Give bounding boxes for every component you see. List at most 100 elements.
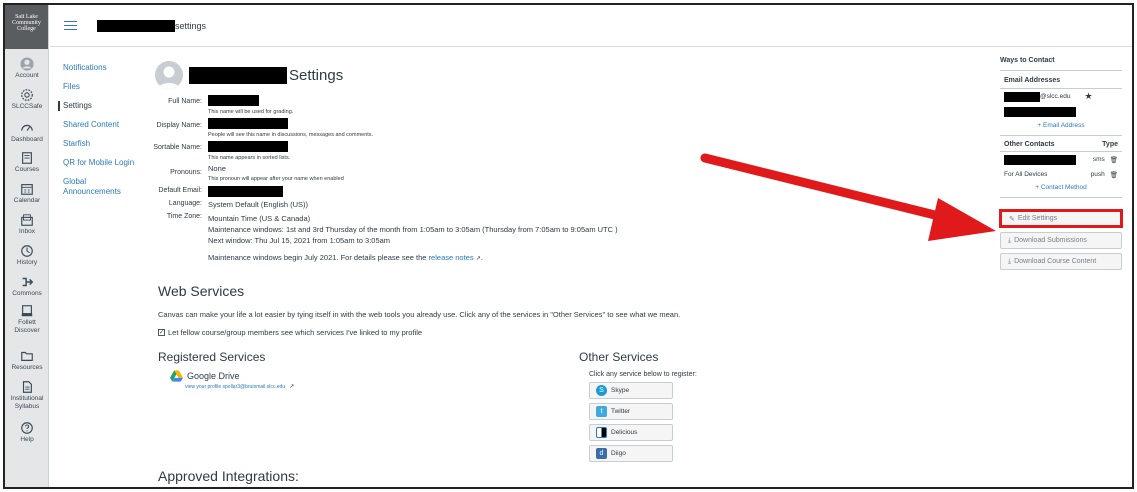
push-contact-row: For All Devices push 🗑 <box>1004 167 1118 182</box>
nav-history[interactable]: History <box>5 244 49 267</box>
trash-icon[interactable]: 🗑 <box>1110 156 1118 164</box>
redacted-heading-name <box>189 67 287 84</box>
account-icon <box>20 57 34 71</box>
share-services-label: Let fellow course/group members see whic… <box>168 328 423 337</box>
account-subnav: Notifications Files Settings Shared Cont… <box>58 63 148 206</box>
trash-icon[interactable]: 🗑 <box>1110 171 1118 179</box>
page-title: Settings <box>289 67 344 84</box>
timezone-label: Time Zone: <box>166 213 202 220</box>
subnav-notifications[interactable]: Notifications <box>63 63 148 73</box>
profile-avatar[interactable] <box>155 61 183 89</box>
add-email-address-link[interactable]: + Email Address <box>1000 122 1122 129</box>
devices-label: For All Devices <box>1004 171 1048 178</box>
other-contacts-heading: Other Contacts <box>1004 141 1055 148</box>
history-icon <box>21 245 33 257</box>
web-services-heading: Web Services <box>158 283 245 299</box>
sortable-name-label: Sortable Name: <box>153 144 202 151</box>
logo-text: Salt Lake Community College <box>12 14 41 32</box>
subnav-starfish[interactable]: Starfish <box>63 139 148 149</box>
follett-icon <box>21 305 33 317</box>
subnav-files[interactable]: Files <box>63 82 148 92</box>
timezone-value: Mountain Time (US & Canada) <box>208 214 311 223</box>
edit-settings-highlight: ✎ Edit Settings <box>999 209 1123 228</box>
nav-dashboard[interactable]: Dashboard <box>5 121 49 144</box>
delicious-service-button[interactable]: Delicious <box>589 424 673 441</box>
delicious-icon <box>596 427 607 438</box>
google-drive-profile-link[interactable]: view your profile spollar3@bruinmail.slc… <box>185 384 285 390</box>
pencil-icon: ✎ <box>1009 215 1015 223</box>
primary-email-row: @slcc.edu ★ <box>1004 89 1122 104</box>
google-drive-service: Google Drive <box>170 370 240 382</box>
approved-integrations-heading: Approved Integrations: <box>158 468 299 484</box>
twitter-service-button[interactable]: t Twitter <box>589 403 673 420</box>
default-email-label: Default Email: <box>158 187 202 194</box>
display-name-value <box>208 118 288 129</box>
other-services-hint: Click any service below to register: <box>589 371 697 378</box>
registered-services-heading: Registered Services <box>158 350 266 364</box>
hamburger-menu-icon[interactable] <box>64 20 77 31</box>
sortable-name-hint: This name appears in sorted lists. <box>208 155 291 161</box>
nav-help[interactable]: Help <box>5 421 49 444</box>
help-icon <box>21 422 33 434</box>
default-email-row: Default Email: <box>155 186 755 197</box>
diigo-service-button[interactable]: d Diigo <box>589 445 673 462</box>
download-course-content-button[interactable]: ⤓ Download Course Content <box>1000 253 1122 270</box>
nav-resources[interactable]: Resources <box>5 349 49 372</box>
subnav-qr-mobile-login[interactable]: QR for Mobile Login <box>63 158 148 168</box>
share-services-option: ✓ Let fellow course/group members see wh… <box>158 328 422 337</box>
other-services-list: S Skype t Twitter Delicious d Diigo <box>589 382 675 462</box>
maintenance-note: Maintenance windows begin July 2021. For… <box>208 253 483 262</box>
pronouns-value: None <box>208 164 226 173</box>
release-notes-link[interactable]: release notes <box>429 253 474 262</box>
nav-institutional-syllabus[interactable]: Institutional Syllabus <box>5 380 49 410</box>
nav-commons[interactable]: Commons <box>5 275 49 298</box>
language-row: Language: System Default (English (US)) <box>155 200 755 209</box>
skype-icon: S <box>596 385 607 396</box>
nav-follett-discover[interactable]: Follett Discover <box>5 304 49 334</box>
ways-to-contact-heading: Ways to Contact <box>1000 57 1055 64</box>
nav-calendar[interactable]: Calendar <box>5 182 49 205</box>
download-submissions-button[interactable]: ⤓ Download Submissions <box>1000 232 1122 249</box>
nav-courses[interactable]: Courses <box>5 151 49 174</box>
display-name-label: Display Name: <box>156 122 202 129</box>
calendar-icon <box>21 184 33 195</box>
add-contact-method-link[interactable]: + Contact Method <box>1000 184 1122 191</box>
avatar-person-icon <box>158 66 180 89</box>
display-name-hint: People will see this name in discussions… <box>208 132 374 138</box>
nav-inbox[interactable]: Inbox <box>5 213 49 236</box>
skype-service-button[interactable]: S Skype <box>589 382 673 399</box>
folder-icon <box>21 351 33 361</box>
edit-settings-button[interactable]: ✎ Edit Settings <box>1002 212 1120 225</box>
nav-slccsafe[interactable]: SLCCSafe <box>5 88 49 111</box>
college-logo[interactable]: Salt Lake Community College <box>5 5 48 49</box>
google-drive-profile: view your profile spollar3@bruinmail.slc… <box>185 383 294 391</box>
redacted-email-user <box>1004 91 1040 102</box>
pronouns-row: Pronouns: None This pronoun will appear … <box>155 164 755 184</box>
default-star-icon[interactable]: ★ <box>1084 91 1092 102</box>
subnav-shared-content[interactable]: Shared Content <box>63 120 148 130</box>
redacted-secondary-email <box>1004 106 1076 117</box>
maintenance-windows: Maintenance windows: 1st and 3rd Thursda… <box>208 225 618 234</box>
share-services-checkbox[interactable]: ✓ <box>158 329 165 336</box>
other-services-heading: Other Services <box>579 350 659 364</box>
full-name-value <box>208 95 259 106</box>
subnav-settings[interactable]: Settings <box>58 101 148 111</box>
full-name-label: Full Name: <box>168 98 202 105</box>
redacted-phone <box>1004 154 1076 165</box>
gear-badge-icon <box>21 89 33 101</box>
sms-type: sms <box>1092 156 1105 163</box>
primary-email-domain: @slcc.edu <box>1040 93 1071 100</box>
language-value: System Default (English (US)) <box>208 200 309 209</box>
download-icon: ⤓ <box>1008 236 1012 244</box>
next-window: Next window: Thu Jul 15, 2021 from 1:05a… <box>208 236 391 245</box>
redacted-user-name <box>97 19 175 32</box>
secondary-email-row <box>1004 104 1122 119</box>
subnav-global-announcements[interactable]: Global Announcements <box>63 177 133 197</box>
browser-frame: Salt Lake Community College Account SLCC… <box>3 3 1134 489</box>
diigo-icon: d <box>596 448 607 459</box>
commons-icon <box>22 277 34 287</box>
nav-account[interactable]: Account <box>5 57 49 80</box>
download-icon: ⤓ <box>1008 257 1012 265</box>
google-drive-icon <box>170 370 183 382</box>
contact-sidebar: Ways to Contact Email Addresses @slcc.ed… <box>999 57 1123 274</box>
